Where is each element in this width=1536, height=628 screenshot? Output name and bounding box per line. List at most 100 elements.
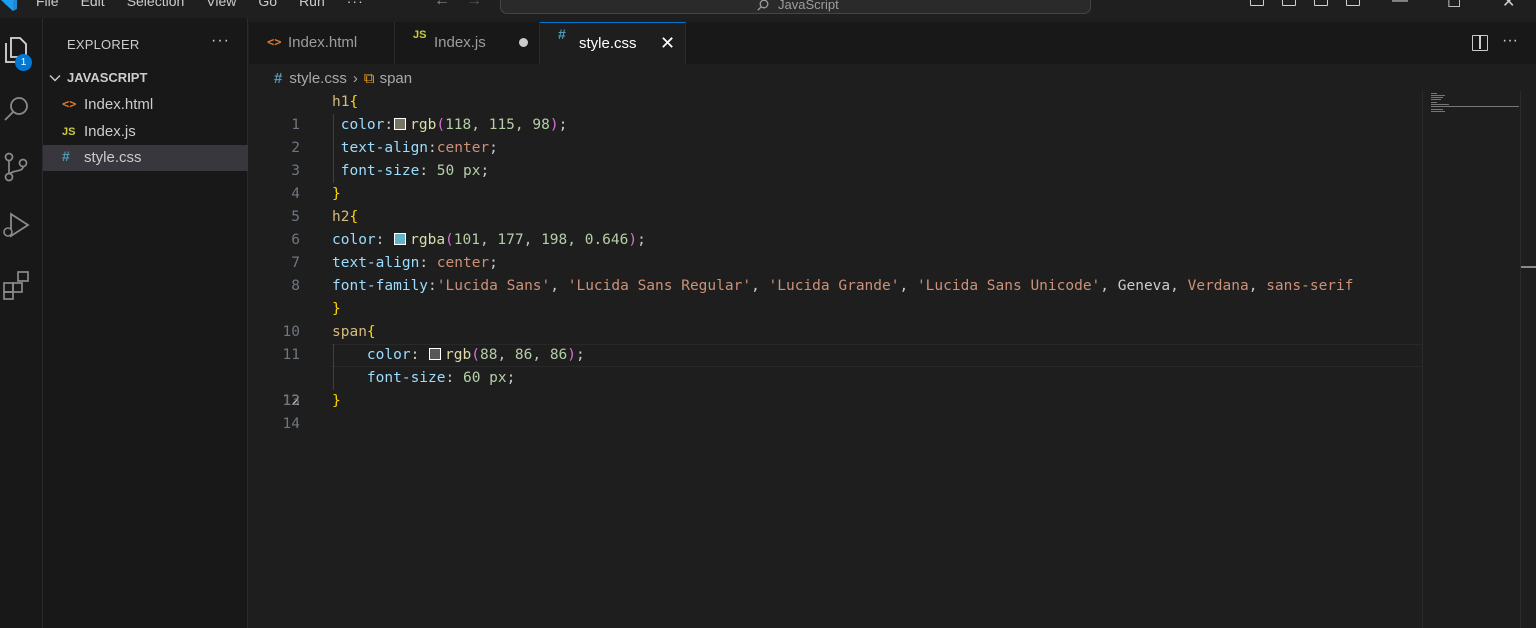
code-line: 1 h1{: [249, 91, 1422, 133]
semicolon: ;: [489, 140, 498, 156]
property: font-size: [366, 370, 446, 386]
code-line: 3 text-align:center;: [249, 137, 1422, 179]
color-swatch[interactable]: [394, 233, 407, 245]
semicolon: ;: [480, 163, 490, 179]
run-debug-icon[interactable]: [2, 210, 32, 240]
minimap-line: [1431, 93, 1437, 94]
menu-run[interactable]: Run: [299, 0, 325, 9]
tab-index-js[interactable]: JS Index.js: [395, 22, 540, 64]
color-swatch[interactable]: [429, 348, 442, 360]
js-file-icon: JS: [62, 126, 76, 138]
folder-javascript[interactable]: JAVASCRIPT: [43, 68, 248, 90]
tab-index-html[interactable]: <> Index.html: [249, 22, 395, 64]
paren: (: [471, 347, 480, 363]
minimize-icon[interactable]: —: [1392, 0, 1408, 10]
extensions-icon[interactable]: [2, 270, 32, 300]
title-bar: File Edit Selection View Go Run ··· ← → J…: [0, 0, 1536, 18]
toggle-panel-icon[interactable]: [1282, 0, 1296, 6]
property: text-align: [332, 255, 420, 271]
vscode-logo-icon: [1, 0, 17, 11]
chevron-down-icon: [49, 75, 61, 82]
semicolon: ;: [489, 255, 498, 271]
search-icon[interactable]: [2, 94, 32, 124]
file-item-style-css[interactable]: # style.css: [43, 145, 248, 171]
file-item-index-html[interactable]: <> Index.html: [43, 92, 248, 118]
editor-actions: ···: [1472, 32, 1518, 51]
close-window-icon[interactable]: ✕: [1502, 0, 1515, 12]
toggle-primary-sidebar-icon[interactable]: [1250, 0, 1264, 6]
value: center: [436, 255, 490, 271]
comma: ,: [1100, 278, 1118, 294]
property: font-family: [332, 278, 429, 294]
cursor-position-marker: [1521, 266, 1536, 268]
value: 50 px: [436, 163, 481, 179]
brace: {: [366, 324, 376, 340]
semicolon: ;: [576, 347, 585, 363]
code-editor[interactable]: 1 h1{ 2 color: rgb(118, 115, 98); 3 text-…: [249, 91, 1422, 432]
colon: :: [410, 347, 429, 363]
colon: :: [375, 232, 394, 248]
source-control-icon[interactable]: [2, 152, 32, 182]
value: center: [436, 140, 490, 156]
code-line: 5 }: [249, 183, 1422, 225]
js-file-icon: JS: [413, 29, 427, 41]
comma: ,: [751, 278, 769, 294]
font-name: Geneva: [1117, 278, 1171, 294]
menu-file[interactable]: File: [36, 0, 59, 9]
folder-name: JAVASCRIPT: [67, 70, 148, 85]
css-file-icon: #: [274, 69, 283, 87]
function: rgb: [410, 117, 437, 133]
colon: :: [428, 140, 437, 156]
tab-label: Index.html: [288, 34, 358, 51]
property: color: [332, 232, 376, 248]
line-number: 14: [282, 416, 300, 432]
toggle-secondary-sidebar-icon[interactable]: [1314, 0, 1328, 6]
args: 118, 115, 98: [445, 117, 550, 133]
minimap-line: [1431, 111, 1445, 112]
unsaved-dot-icon[interactable]: [519, 38, 528, 47]
code-line: 2 color: rgb(118, 115, 98);: [249, 114, 1422, 156]
css-file-icon: #: [558, 26, 566, 42]
split-editor-icon[interactable]: [1472, 35, 1489, 51]
paren: ): [549, 117, 559, 133]
property: text-align: [340, 140, 429, 156]
breadcrumb-file[interactable]: style.css: [289, 70, 347, 87]
editor-more-icon[interactable]: ···: [1502, 32, 1518, 51]
menu-edit[interactable]: Edit: [81, 0, 105, 9]
paren: (: [436, 117, 446, 133]
menu-go[interactable]: Go: [258, 0, 277, 9]
minimap-line: [1431, 97, 1443, 98]
code-line: 14 }: [249, 390, 1422, 432]
back-arrow-icon[interactable]: ←: [434, 0, 450, 9]
sidebar-more-icon[interactable]: ···: [211, 32, 230, 50]
code-line: 13 font-size: 60 px;: [249, 367, 1422, 409]
font-string: 'Lucida Sans Unicode': [916, 278, 1101, 294]
color-swatch[interactable]: [394, 118, 407, 130]
font-string: 'Lucida Sans Regular': [567, 278, 752, 294]
command-center-search[interactable]: JavaScript: [500, 0, 1091, 14]
maximize-icon[interactable]: ☐: [1447, 0, 1461, 12]
menu-selection[interactable]: Selection: [127, 0, 185, 9]
file-item-index-js[interactable]: JS Index.js: [43, 119, 248, 145]
sidebar-title: EXPLORER: [67, 37, 140, 52]
search-text: JavaScript: [778, 0, 839, 12]
tab-style-css[interactable]: # style.css ✕: [540, 22, 686, 64]
brace: }: [332, 393, 341, 409]
chevron-right-icon: ›: [352, 69, 358, 87]
code-line: 8 text-align: center;: [249, 252, 1422, 294]
selector: h1: [332, 94, 350, 110]
vertical-scrollbar[interactable]: [1520, 91, 1536, 628]
minimap[interactable]: [1422, 91, 1520, 628]
forward-arrow-icon[interactable]: →: [466, 0, 482, 9]
file-label: Index.js: [84, 123, 136, 140]
breadcrumb-symbol[interactable]: span: [380, 70, 413, 87]
minimap-line: [1431, 104, 1449, 105]
explorer-badge: 1: [15, 54, 32, 71]
customize-layout-icon[interactable]: [1346, 0, 1360, 6]
menu-more-icon[interactable]: ···: [347, 0, 364, 9]
close-tab-icon[interactable]: ✕: [660, 33, 675, 54]
code-line: 7 color: rgba(101, 177, 198, 0.646);: [249, 229, 1422, 271]
menu-view[interactable]: View: [206, 0, 236, 9]
semicolon: ;: [637, 232, 646, 248]
